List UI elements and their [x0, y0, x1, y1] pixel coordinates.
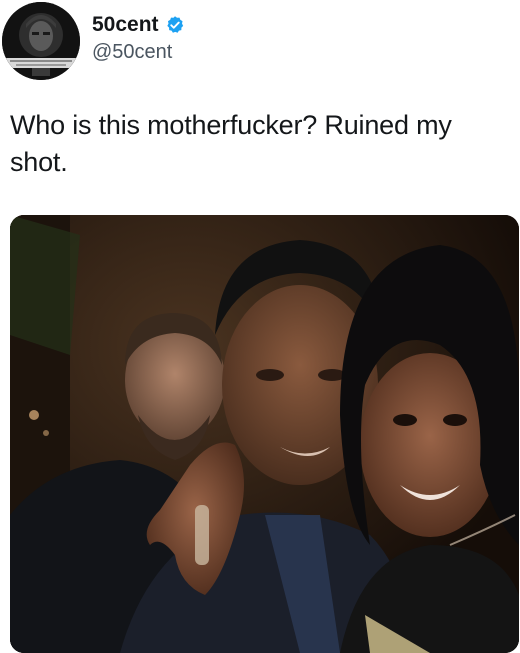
avatar-image — [2, 2, 80, 80]
photo-image — [10, 215, 519, 653]
verified-badge-icon — [165, 15, 185, 35]
author-handle[interactable]: @50cent — [92, 40, 185, 64]
tweet-photo[interactable] — [10, 215, 519, 653]
tweet-card: 50cent @50cent Who is this motherfucker?… — [0, 0, 520, 653]
tweet-text: Who is this motherfucker? Ruined my shot… — [10, 110, 452, 177]
tweet-header: 50cent @50cent — [0, 0, 520, 90]
author-names: 50cent @50cent — [92, 12, 185, 64]
display-name-row: 50cent — [92, 12, 185, 38]
avatar[interactable] — [2, 2, 80, 80]
display-name[interactable]: 50cent — [92, 12, 159, 38]
